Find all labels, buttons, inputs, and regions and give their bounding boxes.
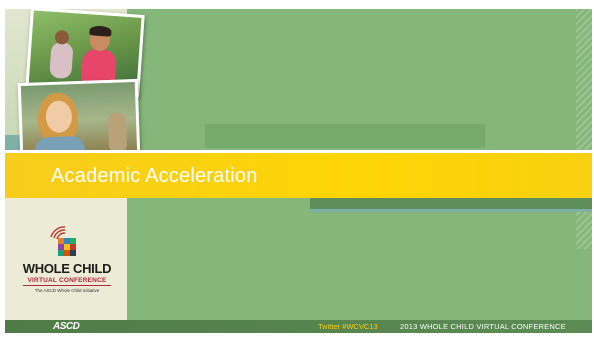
- title-bar: Academic Acceleration: [5, 153, 592, 198]
- photo-figure: [107, 112, 128, 153]
- title-underbar: [310, 198, 592, 209]
- photo-student-shirt: [80, 47, 118, 85]
- hatch-pattern: [576, 9, 592, 249]
- photo-student-hair: [89, 25, 112, 37]
- logo-divider: [23, 285, 111, 286]
- ascd-logo: ASCD: [53, 321, 80, 332]
- student-photo-classroom: [17, 78, 141, 162]
- logo-subtitle: VIRTUAL CONFERENCE: [27, 277, 107, 284]
- slide-title: Academic Acceleration: [51, 165, 258, 187]
- logo-tagline: The ASCD Whole Child Initiative: [34, 288, 100, 293]
- whole-child-mosaic-icon: [50, 226, 76, 256]
- logo-title: WHOLE CHILD: [22, 261, 112, 276]
- conference-name: 2013 WHOLE CHILD VIRTUAL CONFERENCE: [400, 322, 566, 331]
- twitter-hashtag: Twitter #WCVC13: [318, 322, 378, 331]
- accent-band: [205, 124, 485, 148]
- title-underbar-accent: [310, 209, 592, 212]
- photo-figure: [49, 41, 74, 80]
- slide: Academic Acceleration WHOLE CHILD VIRTUA…: [5, 9, 592, 333]
- footer-bar: ASCD Twitter #WCVC13 2013 WHOLE CHILD VI…: [5, 320, 592, 333]
